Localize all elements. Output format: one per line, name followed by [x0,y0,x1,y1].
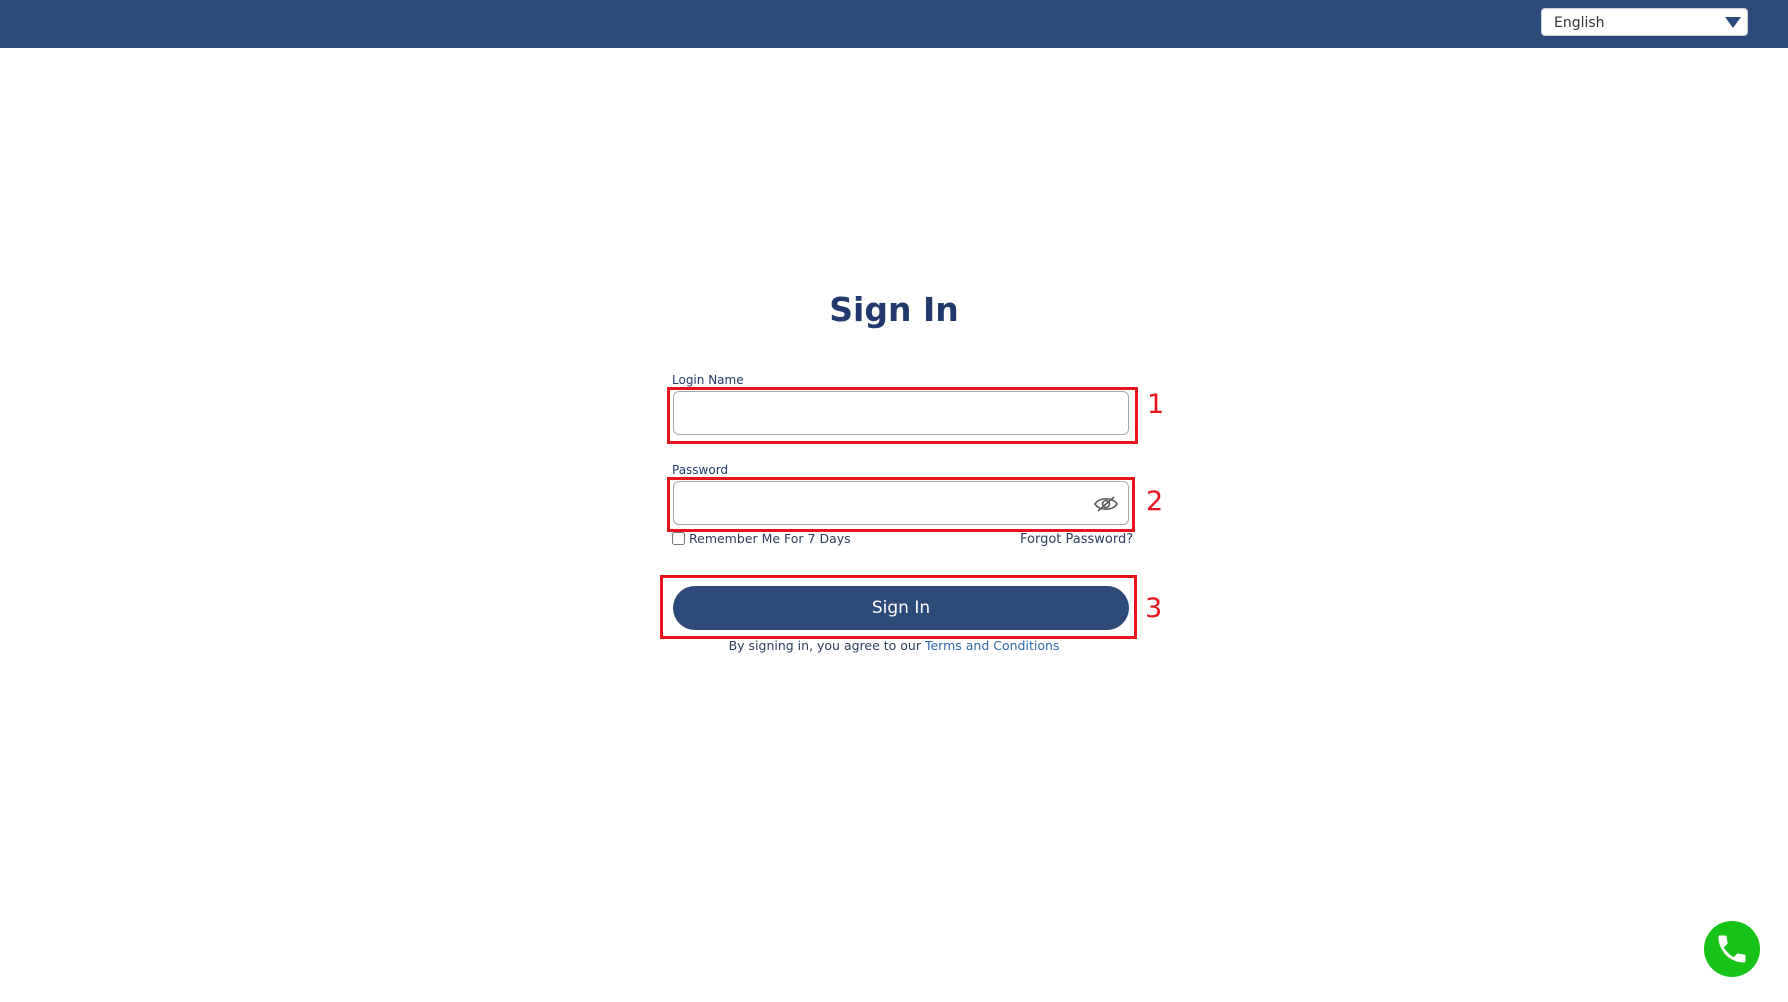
page-title: Sign In [829,290,959,329]
annotation-number-2: 2 [1146,486,1164,517]
chevron-down-icon [1725,17,1741,28]
forgot-password-link[interactable]: Forgot Password? [1020,532,1133,547]
remember-me-label: Remember Me For 7 Days [689,531,851,546]
password-input[interactable] [673,481,1129,525]
terms-notice: By signing in, you agree to our Terms an… [0,638,1788,653]
terms-link[interactable]: Terms and Conditions [925,638,1059,653]
language-select-value: English [1554,15,1605,31]
login-name-input[interactable] [673,391,1129,435]
phone-icon [1718,935,1746,963]
annotation-number-3: 3 [1145,593,1163,624]
password-label: Password [672,463,729,477]
remember-me[interactable]: Remember Me For 7 Days [672,531,851,546]
eye-icon[interactable] [1094,494,1118,514]
call-button[interactable] [1704,921,1760,977]
sign-in-button[interactable]: Sign In [673,586,1129,630]
terms-prefix: By signing in, you agree to our [728,638,925,653]
annotation-number-1: 1 [1147,389,1165,420]
login-name-label: Login Name [672,373,744,387]
language-select[interactable]: English [1541,8,1748,36]
top-bar: English [0,0,1788,48]
remember-me-checkbox[interactable] [672,532,685,545]
